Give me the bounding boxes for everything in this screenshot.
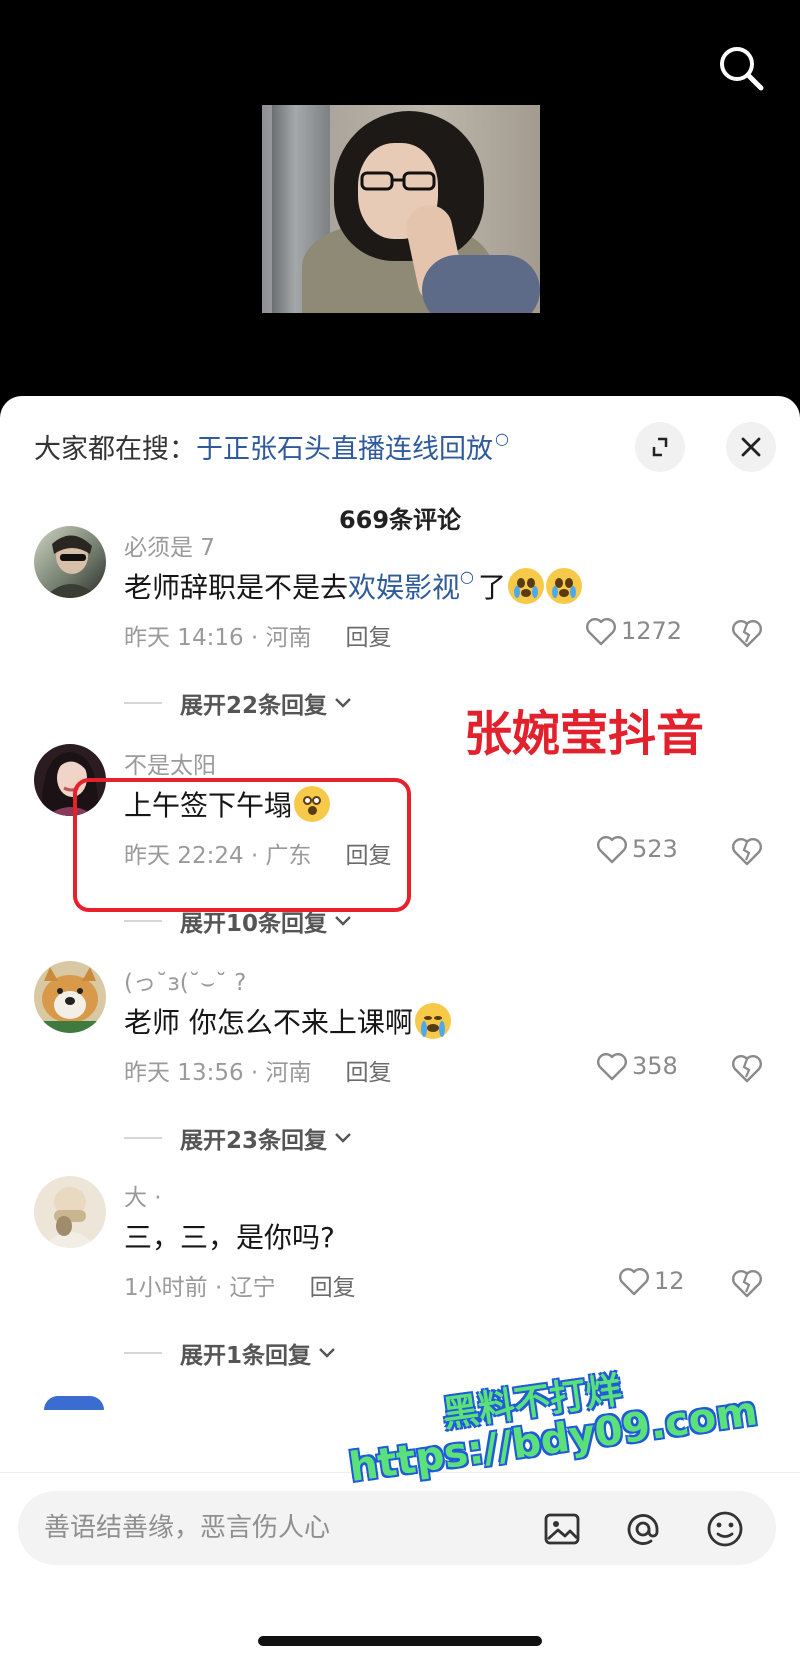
crying-face-emoji	[414, 1003, 451, 1039]
avatar[interactable]	[34, 526, 106, 598]
like-button[interactable]: 358	[596, 1051, 678, 1081]
dislike-broken-heart-icon[interactable]	[730, 834, 764, 868]
comment-search-link[interactable]: 欢娱影视	[348, 566, 460, 606]
home-indicator[interactable]	[258, 1636, 542, 1646]
comment-meta: 1小时前 · 辽宁 回复	[124, 1268, 356, 1302]
dislike-broken-heart-icon[interactable]	[730, 1266, 764, 1300]
at-icon[interactable]	[623, 1509, 663, 1549]
chevron-down-icon	[319, 1348, 335, 1358]
expand-replies-label: 展开23条回复	[180, 1128, 328, 1154]
avatar[interactable]	[34, 961, 106, 1033]
crying-face-emoji	[508, 568, 545, 604]
reply-button[interactable]: 回复	[310, 1268, 356, 1302]
comment-username[interactable]: 大 ·	[124, 1178, 162, 1212]
like-button[interactable]: 1272	[585, 616, 682, 646]
app-screen: 大家都在搜： 于正张石头直播连线回放 ○ 669条评论 必须是 7 老师辞职是不…	[0, 0, 800, 1659]
like-count: 523	[632, 835, 678, 863]
comment-input-bar	[0, 1472, 800, 1582]
chevron-down-icon	[335, 1133, 351, 1143]
comment-meta: 昨天 13:56 · 河南 回复	[124, 1053, 392, 1087]
video-thumbnail[interactable]	[262, 105, 540, 313]
close-icon[interactable]	[726, 422, 776, 472]
expand-replies-button[interactable]: 展开1条回复	[124, 1336, 337, 1370]
avatar[interactable]	[44, 1396, 104, 1410]
expand-replies-label: 展开1条回复	[180, 1343, 312, 1369]
highlight-box	[73, 778, 411, 912]
chevron-down-icon	[335, 698, 351, 708]
like-button[interactable]: 523	[596, 834, 678, 864]
heart-icon	[597, 1053, 627, 1081]
comment-text-part: 了	[478, 571, 507, 604]
search-small-icon: ○	[460, 566, 474, 586]
comment-text-part: 老师辞职是不是去	[124, 571, 349, 604]
image-icon[interactable]	[542, 1509, 582, 1549]
reply-button[interactable]: 回复	[346, 618, 392, 652]
expand-icon[interactable]	[635, 422, 685, 472]
comment-username[interactable]: 不是太阳	[124, 746, 216, 780]
video-area[interactable]	[0, 0, 800, 400]
comment-time-location: 昨天 13:56 · 河南	[124, 1060, 312, 1086]
comment-username[interactable]: (っ˘з(˘⌣˘ ?	[124, 963, 246, 997]
hot-search-bar[interactable]: 大家都在搜： 于正张石头直播连线回放 ○	[34, 426, 509, 466]
search-icon[interactable]	[715, 42, 767, 94]
dislike-broken-heart-icon[interactable]	[730, 1051, 764, 1085]
like-count: 12	[654, 1267, 685, 1295]
comment-count: 669条评论	[338, 506, 462, 534]
reply-button[interactable]: 回复	[346, 1053, 392, 1087]
comment-text-part: 老师 你怎么不来上课啊	[124, 1006, 413, 1039]
comment-sheet: 大家都在搜： 于正张石头直播连线回放 ○ 669条评论 必须是 7 老师辞职是不…	[0, 396, 800, 1659]
like-count: 358	[632, 1052, 678, 1080]
expand-replies-button[interactable]: 展开23条回复	[124, 1121, 353, 1155]
comment-text: 三，三，是你吗?	[124, 1216, 335, 1256]
comment-text: 老师辞职是不是去 欢娱影视 ○ 了	[124, 566, 583, 606]
chevron-down-icon	[335, 916, 351, 926]
expand-replies-button[interactable]: 展开22条回复	[124, 686, 353, 720]
comment-username[interactable]: 必须是 7	[124, 528, 215, 562]
hot-search-prefix: 大家都在搜：	[34, 433, 196, 465]
like-count: 1272	[621, 617, 683, 645]
dislike-broken-heart-icon[interactable]	[730, 616, 764, 650]
expand-replies-label: 展开22条回复	[180, 693, 328, 719]
comment-time-location: 昨天 14:16 · 河南	[124, 625, 312, 651]
search-small-icon: ○	[495, 428, 509, 448]
annotation-caption: 张婉莹抖音	[464, 706, 705, 762]
heart-icon	[619, 1268, 649, 1296]
heart-icon	[597, 836, 627, 864]
comment-text: 老师 你怎么不来上课啊	[124, 1001, 451, 1041]
comment-time-location: 1小时前 · 辽宁	[124, 1275, 276, 1301]
emoji-icon[interactable]	[705, 1509, 745, 1549]
comment-meta: 昨天 14:16 · 河南 回复	[124, 618, 392, 652]
comment-text-part: 三，三，是你吗?	[124, 1221, 335, 1254]
avatar[interactable]	[34, 1176, 106, 1248]
like-button[interactable]: 12	[618, 1266, 685, 1296]
hot-search-link[interactable]: 于正张石头直播连线回放	[196, 427, 493, 466]
crying-face-emoji	[546, 568, 583, 604]
heart-icon	[586, 618, 616, 646]
